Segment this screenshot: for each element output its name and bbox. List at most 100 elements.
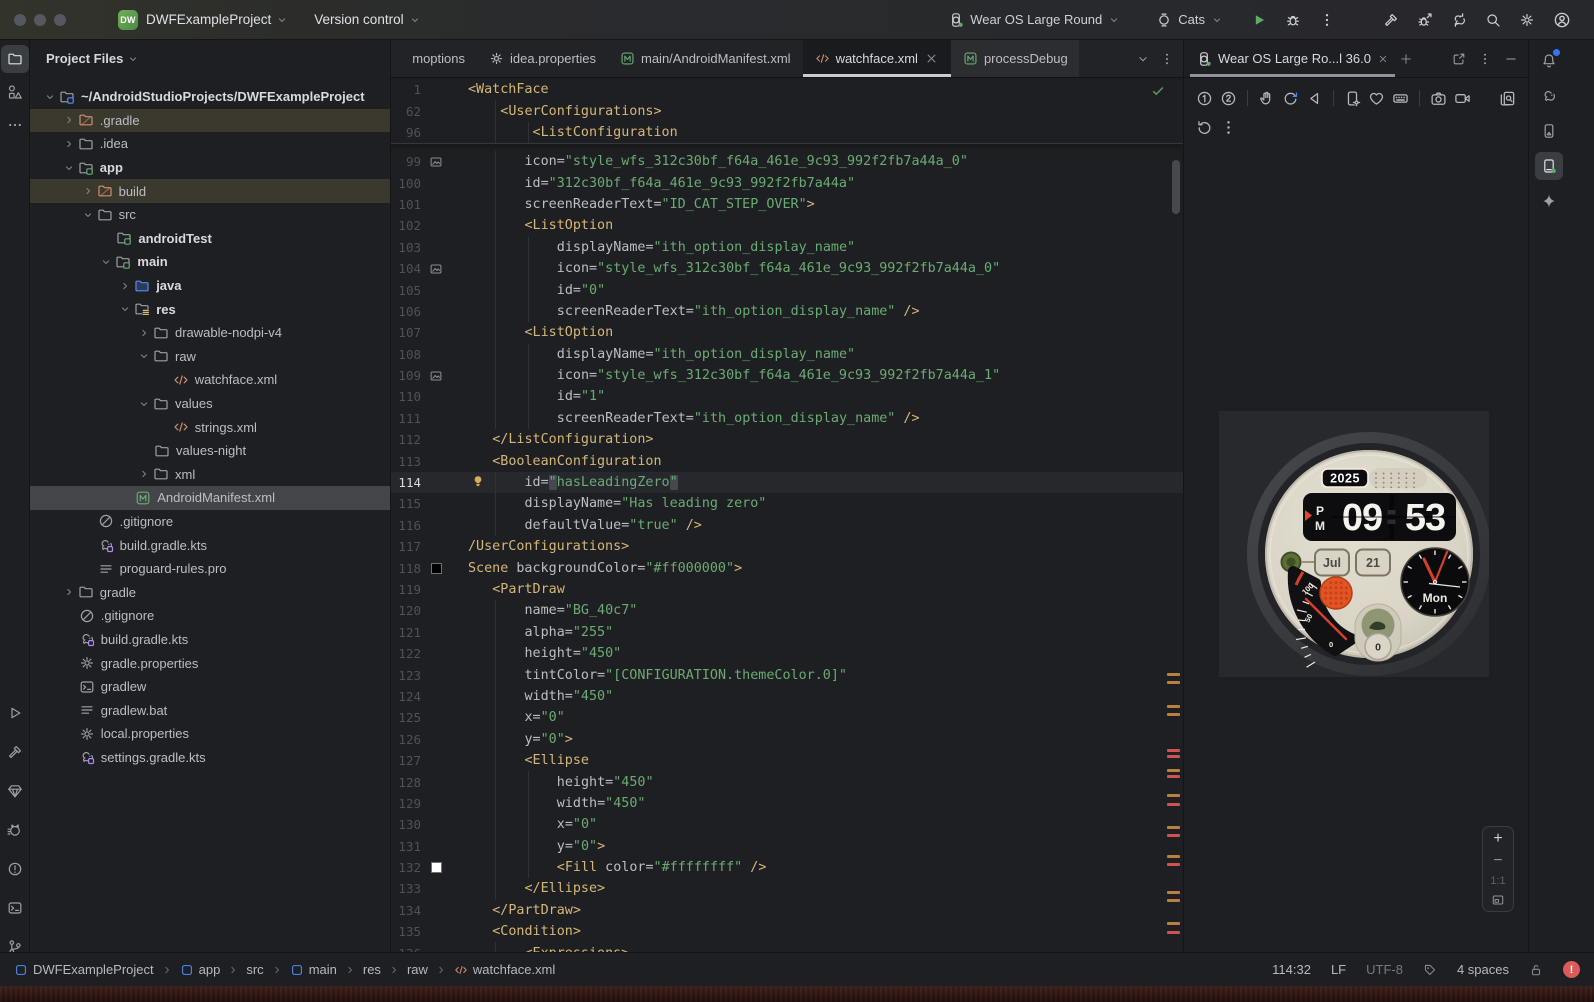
tree-item[interactable]: build.gradle.kts bbox=[30, 628, 390, 652]
run-configuration-selector[interactable]: Cats bbox=[1147, 12, 1232, 28]
tree-item[interactable]: drawable-nodpi-v4 bbox=[30, 321, 390, 345]
tree-item[interactable]: gradlew.bat bbox=[30, 698, 390, 722]
device-tool-two[interactable] bbox=[1220, 90, 1237, 107]
tree-item[interactable]: raw bbox=[30, 345, 390, 369]
code-line-125[interactable]: 125 x="0" bbox=[391, 707, 1183, 729]
tree-item[interactable]: gradle bbox=[30, 580, 390, 604]
breadcrumb-item[interactable]: watchface.xml bbox=[454, 962, 555, 977]
breadcrumb-item[interactable]: DWFExampleProject bbox=[14, 962, 154, 977]
analysis-mark[interactable] bbox=[1167, 681, 1180, 684]
tree-item[interactable]: watchface.xml bbox=[30, 368, 390, 392]
project-selector[interactable]: DWFExampleProject bbox=[146, 12, 288, 27]
device-tool-video[interactable] bbox=[1454, 90, 1471, 107]
code-line-134[interactable]: 134 </PartDraw> bbox=[391, 900, 1183, 921]
run-button[interactable] bbox=[1242, 12, 1276, 28]
more-actions-button[interactable] bbox=[1310, 12, 1344, 28]
tree-item[interactable]: build.gradle.kts bbox=[30, 533, 390, 557]
code-line-123[interactable]: 123 tintColor="[CONFIGURATION.themeColor.… bbox=[391, 664, 1183, 686]
code-line-101[interactable]: 101 screenReaderText="ID_CAT_STEP_OVER"> bbox=[391, 193, 1183, 216]
tree-item[interactable]: app bbox=[30, 156, 390, 180]
editor-tab[interactable]: processDebug bbox=[950, 40, 1079, 77]
tree-item[interactable]: values bbox=[30, 392, 390, 416]
tree-item[interactable]: main bbox=[30, 250, 390, 274]
breadcrumb-item[interactable]: res bbox=[363, 962, 381, 977]
add-device-button[interactable] bbox=[1399, 52, 1413, 66]
gradle-sync-button[interactable] bbox=[1442, 12, 1476, 28]
search-everywhere-button[interactable] bbox=[1476, 12, 1510, 28]
code-line-117[interactable]: 117/UserConfigurations> bbox=[391, 536, 1183, 557]
hide-panel-icon[interactable] bbox=[1504, 52, 1518, 66]
breadcrumb-item[interactable]: app bbox=[180, 962, 220, 977]
tree-item[interactable]: res bbox=[30, 297, 390, 321]
tool-strip-run[interactable] bbox=[1, 699, 29, 727]
code-line-108[interactable]: 108 displayName="ith_option_display_name" bbox=[391, 343, 1183, 365]
code-line-115[interactable]: 115 displayName="Has leading zero" bbox=[391, 493, 1183, 515]
device-tool-keyboard[interactable] bbox=[1392, 90, 1409, 107]
zoom-out-button[interactable]: − bbox=[1493, 853, 1502, 869]
file-encoding[interactable]: UTF-8 bbox=[1366, 962, 1403, 977]
project-view-selector[interactable]: Project Files bbox=[46, 51, 139, 66]
editor-tab[interactable]: watchface.xml bbox=[802, 40, 952, 77]
analysis-mark[interactable] bbox=[1167, 931, 1180, 934]
code-line-114[interactable]: 114 id="hasLeadingZero" bbox=[391, 471, 1183, 494]
tree-item[interactable]: local.properties bbox=[30, 722, 390, 746]
code-line-118[interactable]: 118 Scene backgroundColor="#ff000000"> bbox=[391, 557, 1183, 578]
code-line-113[interactable]: 113 <BooleanConfiguration bbox=[391, 450, 1183, 471]
zoom-in-button[interactable]: + bbox=[1493, 831, 1502, 847]
code-line-121[interactable]: 121 alpha="255" bbox=[391, 621, 1183, 643]
breadcrumb-item[interactable]: main bbox=[290, 962, 337, 977]
tree-item[interactable]: androidTest bbox=[30, 227, 390, 251]
tree-item[interactable]: .gradle bbox=[30, 108, 390, 133]
code-line-111[interactable]: 111 screenReaderText="ith_option_display_… bbox=[391, 407, 1183, 430]
zoom-reset-button[interactable]: 1:1 bbox=[1490, 875, 1505, 887]
error-indicator[interactable]: ! bbox=[1563, 961, 1580, 978]
code-line-109[interactable]: 109 icon="style_wfs_312c30bf_f64a_461e_9c… bbox=[391, 364, 1183, 387]
analysis-mark[interactable] bbox=[1167, 749, 1180, 752]
tree-item[interactable]: AndroidManifest.xml bbox=[30, 486, 390, 510]
color-swatch-white[interactable] bbox=[430, 862, 442, 874]
inspections-ok-icon[interactable] bbox=[1151, 84, 1165, 98]
build-button[interactable] bbox=[1374, 12, 1408, 28]
device-tab[interactable]: Wear OS Large Ro...l 36.0 bbox=[1190, 40, 1395, 77]
code-line-103[interactable]: 103 displayName="ith_option_display_name" bbox=[391, 236, 1183, 258]
code-line-116[interactable]: 116 defaultValue="true" /> bbox=[391, 514, 1183, 537]
tool-strip-problems[interactable] bbox=[1, 855, 29, 883]
analysis-mark[interactable] bbox=[1167, 826, 1180, 829]
tool-strip-resource-manager[interactable] bbox=[1, 78, 29, 106]
analysis-mark[interactable] bbox=[1167, 899, 1180, 902]
code-line-127[interactable]: 127 <Ellipse bbox=[391, 749, 1183, 772]
tree-item[interactable]: build bbox=[30, 179, 390, 203]
device-tool-camera[interactable] bbox=[1430, 90, 1447, 107]
tree-item[interactable]: src bbox=[30, 203, 390, 227]
code-line-106[interactable]: 106 screenReaderText="ith_option_display_… bbox=[391, 300, 1183, 323]
device-tool-hand[interactable] bbox=[1258, 90, 1275, 107]
analysis-mark[interactable] bbox=[1167, 705, 1180, 708]
analysis-mark[interactable] bbox=[1167, 794, 1180, 797]
line-ending[interactable]: LF bbox=[1331, 962, 1346, 977]
analysis-mark[interactable] bbox=[1167, 855, 1180, 858]
tree-item[interactable]: .gitignore bbox=[30, 510, 390, 534]
code-line-132[interactable]: 132 <Fill color="#ffffffff" /> bbox=[391, 856, 1183, 879]
indent-setting[interactable]: 4 spaces bbox=[1457, 962, 1509, 977]
device-tool-rotate[interactable] bbox=[1282, 90, 1299, 107]
tool-strip-logcat[interactable] bbox=[1, 816, 29, 844]
analysis-mark[interactable] bbox=[1167, 769, 1180, 772]
editor-scrollbar[interactable] bbox=[1172, 160, 1180, 214]
code-line-119[interactable]: 119 <PartDraw bbox=[391, 579, 1183, 600]
window-close-button[interactable] bbox=[14, 13, 26, 26]
device-tool-back[interactable] bbox=[1306, 90, 1323, 107]
tool-strip-app-quality-insights[interactable] bbox=[1, 777, 29, 805]
analysis-mark[interactable] bbox=[1167, 775, 1180, 778]
device-tool-screenshot[interactable] bbox=[1499, 90, 1516, 107]
code-line-122[interactable]: 122 height="450" bbox=[391, 642, 1183, 665]
analysis-mark[interactable] bbox=[1167, 834, 1180, 837]
window-zoom-button[interactable] bbox=[54, 13, 66, 26]
code-line-112[interactable]: 112 </ListConfiguration> bbox=[391, 429, 1183, 450]
analysis-mark[interactable] bbox=[1167, 891, 1180, 894]
device-tool-heart[interactable] bbox=[1368, 90, 1385, 107]
code-line-124[interactable]: 124 width="450" bbox=[391, 685, 1183, 708]
account-button[interactable] bbox=[1544, 11, 1580, 29]
code-line-96[interactable]: 96 <ListConfiguration bbox=[391, 121, 1183, 144]
vcs-widget[interactable]: Version control bbox=[314, 12, 420, 27]
tool-strip-terminal[interactable] bbox=[1, 894, 29, 922]
